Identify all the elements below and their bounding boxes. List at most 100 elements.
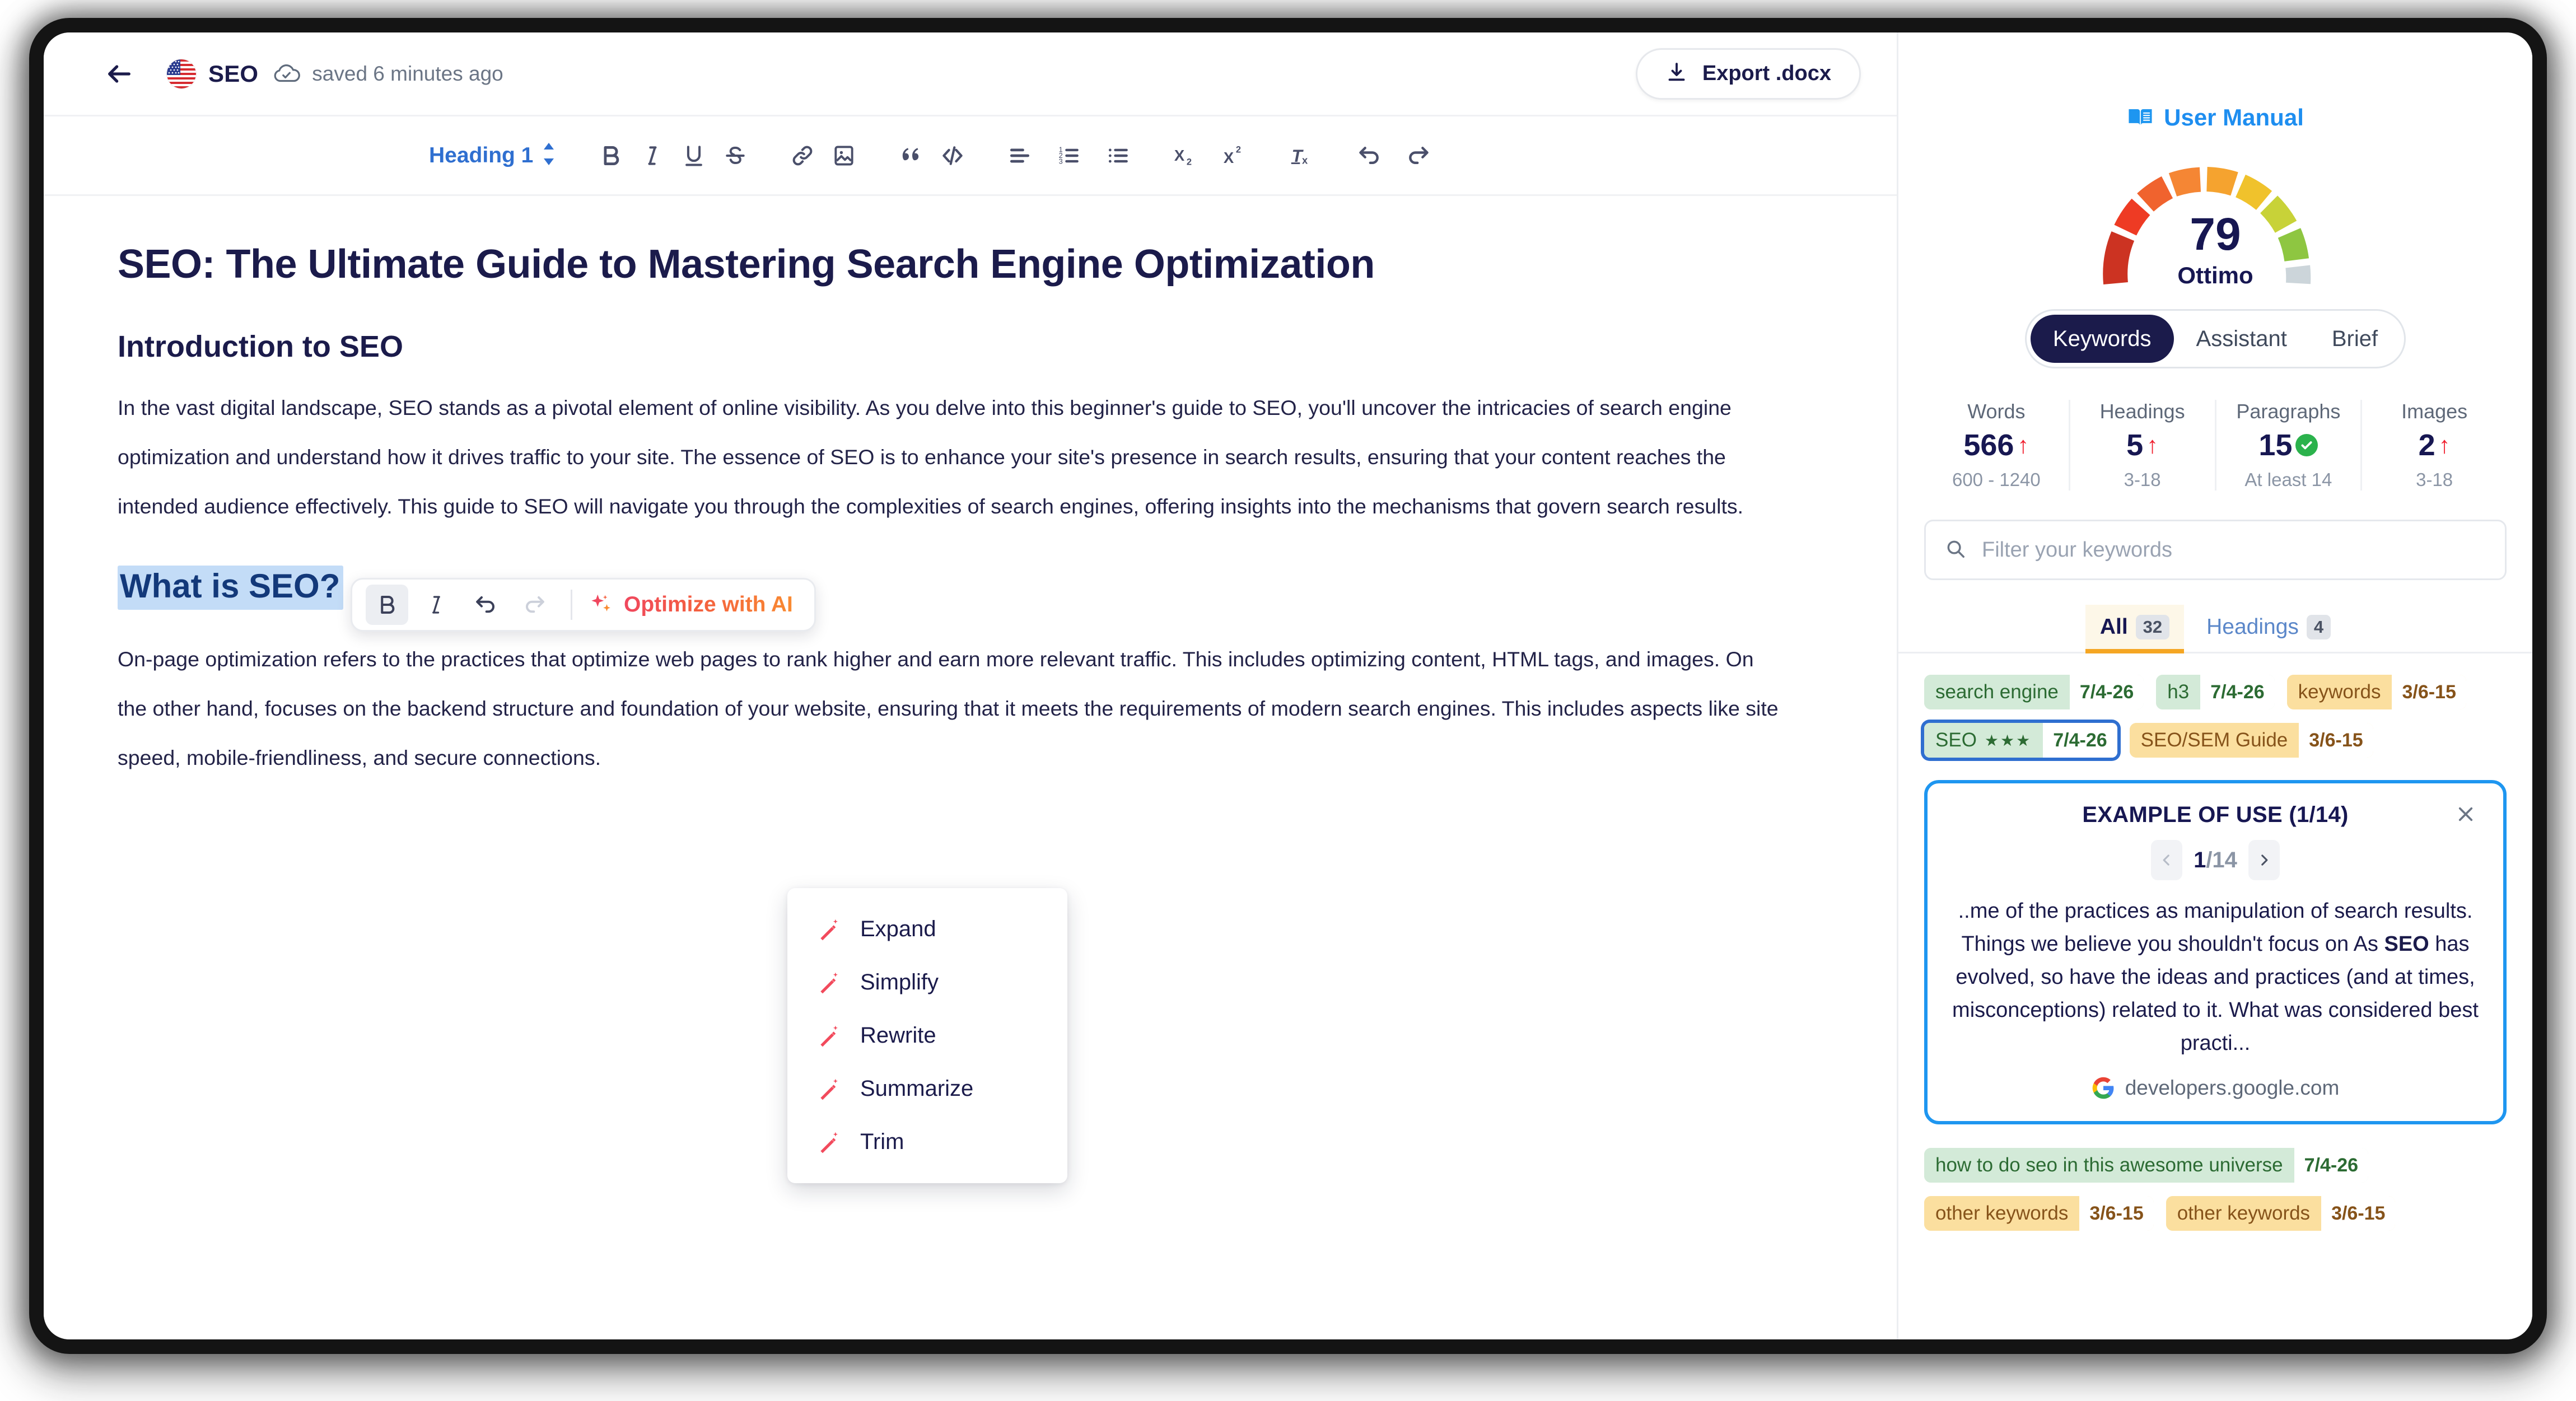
tab-keywords-label: Keywords: [2052, 326, 2152, 351]
example-card-counter: 1/14: [2188, 848, 2243, 873]
keyword-chip-name: how to do seo in this awesome universe: [1924, 1148, 2294, 1183]
superscript-button[interactable]: X 2: [1214, 135, 1256, 176]
clear-format-button[interactable]: T x: [1281, 135, 1323, 176]
strikethrough-button[interactable]: [715, 135, 756, 176]
keyword-chip-count: 7/4-26: [2294, 1148, 2369, 1183]
keyword-filter-input[interactable]: [1982, 538, 2486, 562]
bullet-list-button[interactable]: [1098, 135, 1139, 176]
keyword-filter-tabs: All 32 Headings 4: [1898, 605, 2532, 653]
redo-button[interactable]: [1398, 135, 1439, 176]
filter-tab-badge: 32: [2135, 615, 2170, 639]
svg-text:2: 2: [1236, 144, 1241, 155]
ai-menu-item-summarize[interactable]: Summarize: [787, 1062, 1067, 1115]
arrow-up-icon: ↑: [2438, 432, 2451, 458]
selection-italic-button[interactable]: [415, 585, 458, 625]
optimize-with-ai-button[interactable]: Optimize with AI: [584, 592, 804, 618]
back-arrow-icon[interactable]: [102, 57, 137, 91]
filter-tab-all[interactable]: All 32: [2085, 605, 2185, 653]
keyword-chip-stars: ★★★: [1984, 731, 2032, 749]
tab-assistant[interactable]: Assistant: [2174, 315, 2309, 363]
link-button[interactable]: [782, 135, 823, 176]
arrow-up-icon: ↑: [2017, 432, 2029, 458]
close-icon[interactable]: [2453, 801, 2479, 827]
bold-button[interactable]: [590, 135, 632, 176]
keyword-chip-count: 7/4-26: [2043, 723, 2117, 758]
keyword-chip[interactable]: keywords 3/6-15: [2286, 675, 2466, 709]
tab-brief-label: Brief: [2331, 326, 2378, 351]
selection-undo-button[interactable]: [464, 585, 507, 625]
tab-keywords[interactable]: Keywords: [2030, 315, 2174, 363]
stat-value: 5: [2126, 428, 2144, 462]
keyword-chip[interactable]: how to do seo in this awesome universe 7…: [1924, 1148, 2369, 1183]
keyword-chip-name: other keywords: [2166, 1196, 2322, 1231]
stat-value: 566: [1963, 428, 2014, 462]
undo-button[interactable]: [1348, 135, 1390, 176]
svg-text:2: 2: [1187, 157, 1192, 167]
selection-format-toolbar: Optimize with AI: [351, 578, 816, 632]
document-heading-what-is-seo[interactable]: What is SEO?: [118, 566, 344, 610]
keyword-chip-count: 3/6-15: [2321, 1196, 2396, 1231]
stat-range: 3-18: [2416, 469, 2453, 490]
sparkles-icon: [588, 592, 614, 618]
keyword-chip[interactable]: other keywords 3/6-15: [2166, 1196, 2396, 1231]
app-window: SEO saved 6 minutes ago Export .docx Hea…: [44, 32, 2532, 1339]
ai-menu-item-expand[interactable]: Expand: [787, 903, 1067, 956]
keyword-chips-top: search engine 7/4-26 h3 7/4-26 keywords …: [1898, 675, 2532, 771]
tab-brief[interactable]: Brief: [2309, 315, 2400, 363]
keyword-chip-name: SEO/SEM Guide: [2129, 723, 2299, 758]
chevron-right-icon[interactable]: [2248, 840, 2280, 880]
stat-words: Words 566 ↑ 600 - 1240: [1924, 400, 2070, 491]
user-manual-link[interactable]: User Manual: [1898, 104, 2532, 131]
cloud-check-icon: [273, 60, 301, 88]
subscript-button[interactable]: X 2: [1165, 135, 1206, 176]
ordered-list-button[interactable]: 1 2 3: [1048, 135, 1090, 176]
keyword-chip[interactable]: h3 7/4-26: [2156, 675, 2275, 709]
stat-label: Images: [2401, 400, 2468, 423]
ai-menu-item-rewrite[interactable]: Rewrite: [787, 1009, 1067, 1062]
editor-pane: SEO saved 6 minutes ago Export .docx Hea…: [44, 32, 1898, 1339]
stat-range: 600 - 1240: [1952, 469, 2041, 490]
underline-button[interactable]: [673, 135, 715, 176]
document-body[interactable]: SEO: The Ultimate Guide to Mastering Sea…: [44, 196, 1897, 783]
selection-redo-button[interactable]: [514, 585, 556, 625]
quote-button[interactable]: [890, 135, 932, 176]
chip-row: how to do seo in this awesome universe 7…: [1924, 1148, 2507, 1183]
keyword-chip[interactable]: search engine 7/4-26: [1924, 675, 2144, 709]
filter-tab-badge: 4: [2306, 615, 2331, 639]
example-of-use-card: EXAMPLE OF USE (1/14) 1/14 ..me of the p…: [1924, 780, 2507, 1125]
selection-bold-button[interactable]: [366, 585, 408, 625]
chip-row: SEO ★★★ 7/4-26 SEO/SEM Guide 3/6-15: [1924, 723, 2507, 758]
export-docx-button[interactable]: Export .docx: [1635, 48, 1861, 100]
stat-paragraphs: Paragraphs 15 At least 14: [2216, 400, 2363, 491]
align-left-button[interactable]: [999, 135, 1040, 176]
ai-menu-label: Expand: [860, 917, 936, 941]
google-icon: [2092, 1076, 2115, 1100]
filter-tab-headings[interactable]: Headings 4: [2192, 605, 2345, 652]
image-button[interactable]: [823, 135, 865, 176]
stat-value: 2: [2418, 428, 2435, 462]
magic-wand-icon: [816, 917, 841, 942]
check-circle-icon: [2295, 434, 2318, 456]
keyword-chip[interactable]: other keywords 3/6-15: [1924, 1196, 2154, 1231]
code-button[interactable]: [932, 135, 973, 176]
keyword-chip-name: search engine: [1924, 675, 2070, 709]
keyword-chip-selected[interactable]: SEO ★★★ 7/4-26: [1924, 723, 2117, 758]
heading-level-select[interactable]: Heading 1: [429, 143, 556, 168]
italic-button[interactable]: [632, 135, 673, 176]
seo-score-gauge: 79 Ottimo: [2098, 151, 2333, 292]
magic-wand-icon: [816, 1024, 841, 1048]
stat-value: 15: [2258, 428, 2293, 462]
example-card-text: ..me of the practices as manipulation of…: [1952, 895, 2479, 1059]
ai-menu-item-trim[interactable]: Trim: [787, 1115, 1067, 1169]
keyword-filter-field[interactable]: [1924, 520, 2507, 580]
example-card-source-label: developers.google.com: [2125, 1076, 2340, 1100]
arrow-up-icon: ↑: [2146, 432, 2159, 458]
chevron-left-icon[interactable]: [2151, 840, 2183, 880]
document-title[interactable]: SEO: [208, 60, 258, 87]
keyword-chip[interactable]: SEO/SEM Guide 3/6-15: [2129, 723, 2373, 758]
saved-status: saved 6 minutes ago: [312, 62, 503, 85]
ai-menu-label: Trim: [860, 1129, 904, 1154]
example-text-highlight: SEO: [2384, 932, 2429, 956]
ai-menu-item-simplify[interactable]: Simplify: [787, 956, 1067, 1009]
keyword-chip-name: SEO: [1935, 729, 1977, 751]
